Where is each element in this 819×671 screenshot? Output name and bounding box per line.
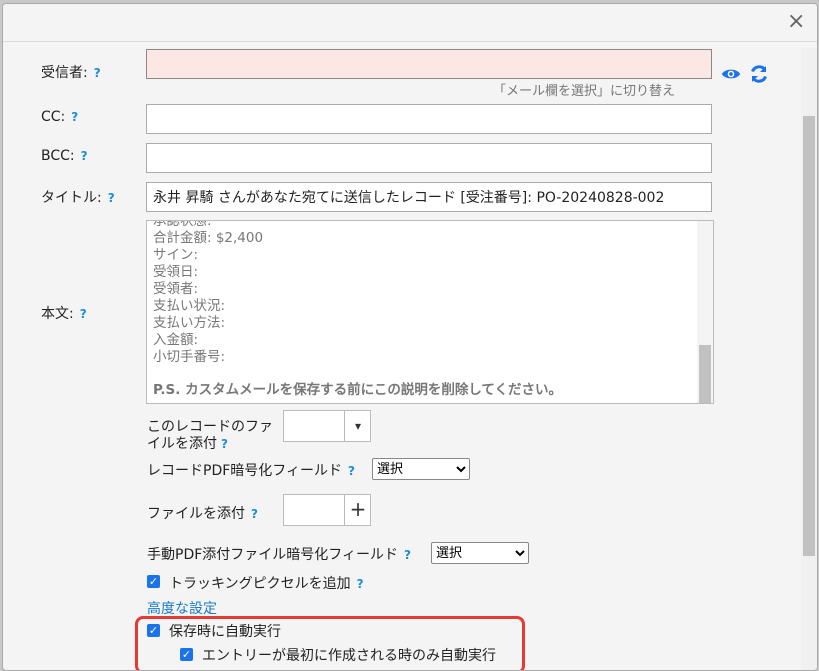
body-line: サイン: [153, 247, 199, 263]
body-line: 受領者: [153, 281, 199, 297]
record-pdf-help-icon[interactable]: ? [348, 464, 355, 478]
body-line: 承認状態: [153, 220, 212, 229]
manual-pdf-help-icon[interactable]: ? [404, 548, 411, 562]
dialog-scroll-thumb[interactable] [803, 116, 815, 556]
title-help-icon[interactable]: ? [108, 191, 115, 205]
body-label: 本文:? [41, 306, 87, 322]
close-icon[interactable]: × [787, 11, 805, 33]
to-help-icon[interactable]: ? [94, 66, 101, 80]
eye-icon[interactable] [721, 65, 741, 83]
bcc-label: BCC:? [41, 148, 88, 164]
body-line: 入金額: [153, 332, 199, 348]
body-content: 承認状態: 合計金額: $2,400 サイン: 受領日: 受領者: 支払い状況:… [153, 220, 563, 399]
title-label: タイトル:? [41, 190, 115, 206]
title-input[interactable] [147, 183, 711, 211]
bcc-input[interactable] [147, 144, 711, 172]
body-line: 支払い方法: [153, 315, 226, 331]
attach-file-help-icon[interactable]: ? [251, 507, 258, 521]
plus-icon[interactable]: + [345, 495, 371, 525]
record-pdf-select[interactable]: 選択 [372, 458, 470, 480]
first-only-label: エントリーが最初に作成される時のみ自動実行 [202, 648, 496, 664]
attach-record-label: このレコードのファ イルを添付? [147, 419, 273, 452]
to-input[interactable] [147, 50, 711, 78]
body-help-icon[interactable]: ? [80, 307, 87, 321]
body-line: 受領日: [153, 264, 199, 280]
attach-file-label: ファイルを添付? [147, 506, 258, 522]
tracking-label: トラッキングピクセルを追加? [169, 576, 364, 592]
dialog-scrollbar[interactable] [801, 48, 817, 670]
tracking-help-icon[interactable]: ? [357, 577, 364, 591]
tracking-checkbox[interactable]: ✓ [147, 575, 160, 588]
attach-file-value [284, 495, 345, 525]
body-ps-note: P.S. カスタムメールを保存する前にこの説明を削除してください。 [153, 382, 563, 398]
email-settings-dialog: × 受信者:? 「メール欄を選択」に切り替え CC:? BCC:? タイトル:? [2, 3, 818, 671]
cc-field[interactable] [146, 104, 712, 134]
auto-run-label: 保存時に自動実行 [169, 624, 281, 640]
refresh-icon[interactable] [749, 64, 769, 84]
body-line: 小切手番号: [153, 349, 226, 365]
body-line: 支払い状況: [153, 298, 226, 314]
attach-file-select[interactable]: + [283, 494, 371, 526]
to-field[interactable] [146, 49, 712, 79]
bcc-field[interactable] [146, 143, 712, 173]
title-field[interactable] [146, 182, 712, 212]
auto-run-checkbox[interactable]: ✓ [147, 624, 160, 637]
cc-help-icon[interactable]: ? [71, 110, 78, 124]
attach-record-value [284, 411, 345, 441]
body-line: 合計金額: $2,400 [153, 230, 264, 246]
attach-record-help-icon[interactable]: ? [221, 437, 228, 451]
bcc-help-icon[interactable]: ? [81, 149, 88, 163]
manual-pdf-select[interactable]: 選択 [431, 542, 529, 564]
record-pdf-label: レコードPDF暗号化フィールド? [147, 463, 355, 479]
chevron-down-icon[interactable]: ▾ [345, 411, 371, 441]
dialog-header: × [3, 4, 817, 42]
advanced-settings-link[interactable]: 高度な設定 [147, 598, 217, 618]
body-scrollbar[interactable] [697, 221, 713, 403]
body-scroll-thumb[interactable] [699, 345, 711, 403]
cc-input[interactable] [147, 105, 711, 133]
attach-record-select[interactable]: ▾ [283, 410, 371, 442]
to-label: 受信者:? [41, 65, 101, 81]
first-only-checkbox[interactable]: ✓ [180, 648, 193, 661]
cc-label: CC:? [41, 109, 79, 125]
body-textarea[interactable]: 承認状態: 合計金額: $2,400 サイン: 受領日: 受領者: 支払い状況:… [146, 220, 714, 404]
switch-to-select-link[interactable]: 「メール欄を選択」に切り替え [493, 80, 675, 99]
manual-pdf-label: 手動PDF添付ファイル暗号化フィールド? [147, 547, 411, 563]
